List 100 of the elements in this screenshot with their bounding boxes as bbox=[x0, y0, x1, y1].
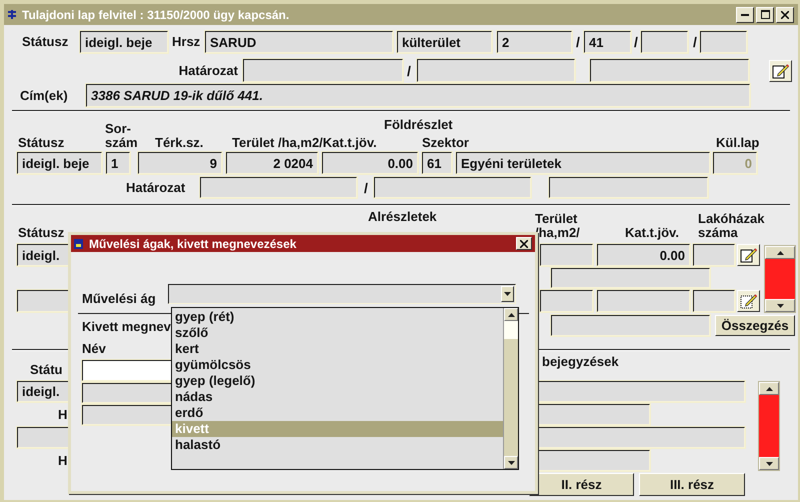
entry-field[interactable] bbox=[536, 427, 745, 448]
scrollbar[interactable] bbox=[503, 308, 518, 469]
sector-code-field[interactable]: 61 bbox=[422, 152, 452, 174]
houses-field[interactable] bbox=[693, 244, 735, 266]
list-option[interactable]: kert bbox=[172, 341, 503, 357]
column-header: Térk.sz. bbox=[155, 136, 204, 150]
address-field[interactable]: 3386 SARUD 19-ik dűlő 441. bbox=[86, 84, 750, 107]
summary-button[interactable]: Összegzés bbox=[715, 315, 795, 336]
down-arrow-icon bbox=[766, 462, 772, 466]
down-arrow-icon bbox=[504, 292, 511, 296]
column-header: Státu bbox=[30, 363, 64, 377]
dropdown[interactable] bbox=[168, 284, 516, 304]
list-option[interactable]: gyep (legelő) bbox=[172, 373, 503, 389]
up-arrow-icon bbox=[776, 250, 784, 254]
column-header: Kül.lap bbox=[716, 136, 760, 150]
field-label: Művelési ág bbox=[82, 292, 157, 306]
down-arrow-icon bbox=[508, 460, 514, 464]
scrollbar[interactable] bbox=[764, 245, 796, 313]
lot-number-field[interactable] bbox=[700, 31, 747, 53]
scroll-down-button[interactable] bbox=[759, 457, 779, 470]
column-header: Státusz bbox=[18, 136, 66, 150]
edit-button[interactable] bbox=[769, 60, 792, 82]
value-field[interactable]: 0.00 bbox=[597, 244, 690, 266]
value-field[interactable]: 0.00 bbox=[322, 152, 418, 174]
decision-field[interactable] bbox=[417, 59, 575, 82]
column-header: Szektor bbox=[422, 136, 470, 150]
field-label: H bbox=[58, 454, 68, 468]
field-label: Határozat bbox=[126, 180, 186, 194]
close-icon bbox=[520, 240, 528, 248]
area-field[interactable] bbox=[540, 244, 593, 266]
minimize-button[interactable] bbox=[736, 6, 754, 22]
scroll-up-button[interactable] bbox=[759, 382, 779, 395]
edit-button[interactable] bbox=[737, 244, 760, 266]
decision-field[interactable] bbox=[200, 177, 357, 198]
close-icon bbox=[781, 10, 789, 18]
separator: / bbox=[634, 34, 639, 50]
part-three-button[interactable]: III. rész bbox=[639, 473, 745, 496]
map-number-field[interactable]: 9 bbox=[138, 152, 222, 174]
list-option[interactable]: gyümölcsös bbox=[172, 357, 503, 373]
serial-field[interactable]: 1 bbox=[106, 152, 130, 174]
list-option[interactable]: erdő bbox=[172, 405, 503, 421]
status-field[interactable]: ideigl. beje bbox=[80, 31, 168, 53]
up-arrow-icon bbox=[508, 312, 514, 316]
edit-icon bbox=[772, 62, 789, 78]
separator: / bbox=[364, 180, 369, 196]
scroll-up-button[interactable] bbox=[765, 246, 795, 259]
scrollbar[interactable] bbox=[758, 381, 780, 471]
area-field[interactable]: 2 0204 bbox=[226, 152, 318, 174]
field-label: Hrsz bbox=[172, 35, 202, 49]
dropdown-button[interactable] bbox=[501, 286, 514, 302]
part-two-button[interactable]: II. rész bbox=[529, 473, 634, 496]
column-header: Terület /ha,m2/Kat.t.jöv. bbox=[232, 136, 378, 150]
area-field[interactable] bbox=[540, 290, 593, 312]
maximize-icon bbox=[760, 10, 770, 19]
field-label: Határozat bbox=[178, 64, 238, 78]
edit-button[interactable] bbox=[737, 290, 760, 312]
section-title: bejegyzések bbox=[542, 355, 620, 371]
settlement-field[interactable]: SARUD bbox=[205, 31, 393, 53]
close-button[interactable] bbox=[516, 237, 532, 250]
houses-field[interactable] bbox=[693, 290, 735, 312]
entry-field[interactable] bbox=[536, 404, 650, 425]
edit-icon bbox=[740, 293, 757, 309]
field-label: Cím(ek) bbox=[20, 88, 69, 102]
column-header: Státusz bbox=[18, 226, 66, 240]
minimize-icon bbox=[741, 14, 749, 16]
lot-number-field[interactable]: 2 bbox=[497, 31, 572, 53]
area-type-field[interactable]: külterület bbox=[397, 31, 492, 53]
decision-field[interactable] bbox=[243, 59, 403, 82]
status-field[interactable]: ideigl. beje bbox=[17, 152, 102, 174]
up-arrow-icon bbox=[766, 386, 772, 390]
maximize-button[interactable] bbox=[756, 6, 774, 22]
list-option[interactable]: gyep (rét) bbox=[172, 309, 503, 325]
scroll-up-button[interactable] bbox=[504, 308, 518, 321]
entry-field[interactable] bbox=[536, 381, 745, 402]
separator: / bbox=[576, 34, 581, 50]
scroll-down-button[interactable] bbox=[765, 299, 795, 312]
app-icon bbox=[74, 238, 83, 248]
list-option[interactable]: szőlő bbox=[172, 325, 503, 341]
lot-number-field[interactable]: 41 bbox=[584, 31, 631, 53]
app-icon bbox=[8, 10, 16, 19]
list-option[interactable]: nádas bbox=[172, 389, 503, 405]
value-field[interactable] bbox=[597, 290, 690, 312]
separator: / bbox=[693, 34, 698, 50]
decision-field[interactable] bbox=[590, 59, 749, 82]
scroll-down-button[interactable] bbox=[504, 456, 518, 469]
sector-field[interactable]: Egyéni területek bbox=[456, 152, 710, 174]
scroll-thumb[interactable] bbox=[504, 321, 518, 339]
decision-field[interactable] bbox=[549, 177, 708, 198]
close-button[interactable] bbox=[776, 6, 794, 22]
window-title: Tulajdoni lap felvitel : 31150/2000 ügy kapcsán. bbox=[22, 8, 290, 22]
text-field[interactable] bbox=[551, 315, 710, 336]
lot-number-field[interactable] bbox=[641, 31, 688, 53]
decision-field[interactable] bbox=[374, 177, 531, 198]
text-field[interactable] bbox=[551, 268, 710, 288]
column-header: Lakóházak száma bbox=[698, 212, 766, 240]
entry-field[interactable] bbox=[536, 450, 650, 471]
field-label: Név bbox=[82, 342, 106, 356]
list-option[interactable]: halastó bbox=[172, 437, 503, 453]
down-arrow-icon bbox=[776, 304, 784, 308]
field-label: Kivett megnev bbox=[82, 320, 171, 334]
